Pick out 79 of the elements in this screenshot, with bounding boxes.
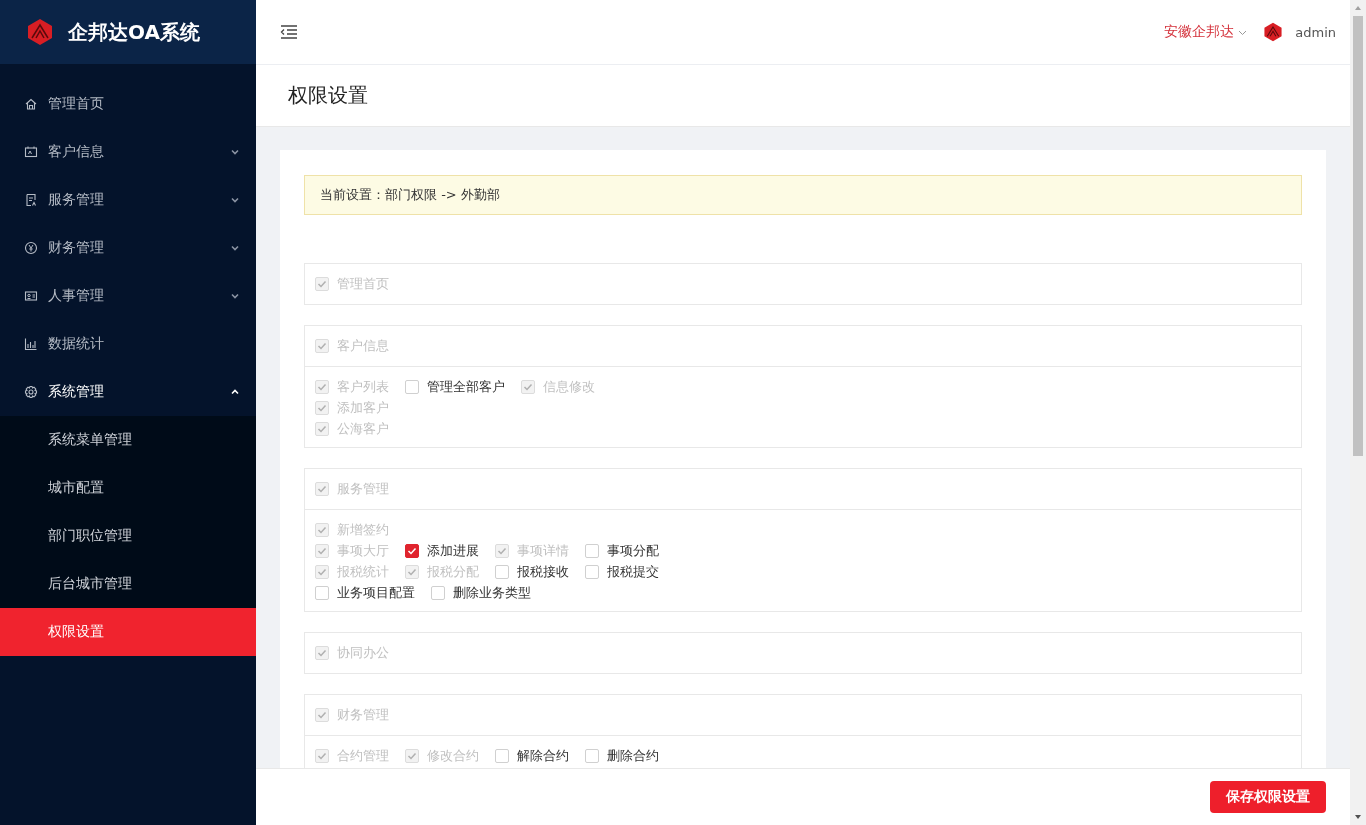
permission-label: 管理全部客户 [427, 379, 505, 395]
permission-label: 服务管理 [337, 481, 389, 497]
check-icon [523, 382, 533, 392]
permission-label: 事项分配 [607, 543, 659, 559]
permission-label: 解除合约 [517, 748, 569, 764]
permission-label: 事项详情 [517, 543, 569, 559]
sidebar-subitem[interactable]: 部门职位管理 [0, 512, 256, 560]
permission-label: 报税接收 [517, 564, 569, 580]
yen-icon [24, 241, 38, 255]
doc-icon [24, 193, 38, 207]
sidebar-item[interactable]: 人事管理 [0, 272, 256, 320]
check-icon [317, 484, 327, 494]
check-icon [317, 567, 327, 577]
check-icon [317, 424, 327, 434]
permission-label: 公海客户 [337, 421, 389, 437]
permission-label: 删除业务类型 [453, 585, 531, 601]
permission-label: 协同办公 [337, 645, 389, 661]
check-icon [407, 751, 417, 761]
sidebar-item[interactable]: 系统管理 [0, 368, 256, 416]
scrollbar[interactable] [1350, 0, 1366, 825]
permission-label: 业务项目配置 [337, 585, 415, 601]
sidebar-subitem[interactable]: 后台城市管理 [0, 560, 256, 608]
permission-label: 修改合约 [427, 748, 479, 764]
permission-label: 信息修改 [543, 379, 595, 395]
check-icon [317, 403, 327, 413]
logo-icon [26, 18, 54, 46]
check-icon [317, 525, 327, 535]
check-icon [317, 710, 327, 720]
company-dropdown[interactable]: 安徽企邦达 [1164, 23, 1248, 41]
check-icon [317, 382, 327, 392]
page-title: 权限设置 [288, 82, 368, 109]
permission-label: 报税统计 [337, 564, 389, 580]
chevron-icon [230, 195, 240, 205]
check-icon [317, 648, 327, 658]
check-icon [317, 341, 327, 351]
permission-label: 报税分配 [427, 564, 479, 580]
home-icon [24, 97, 38, 111]
sidebar-subitem[interactable]: 权限设置 [0, 608, 256, 656]
save-button[interactable]: 保存权限设置 [1210, 781, 1326, 813]
checkbox[interactable] [405, 544, 419, 558]
check-icon [317, 279, 327, 289]
permission-label: 财务管理 [337, 707, 389, 723]
permission-label: 管理首页 [337, 276, 389, 292]
down-arrow-icon[interactable] [1354, 813, 1362, 821]
sidebar-subitem[interactable]: 城市配置 [0, 464, 256, 512]
sidebar-item[interactable]: 服务管理 [0, 176, 256, 224]
sidebar-subitem[interactable]: 系统菜单管理 [0, 416, 256, 464]
check-icon [407, 567, 417, 577]
permission-label: 合约管理 [337, 748, 389, 764]
check-icon [317, 546, 327, 556]
permission-label: 添加进展 [427, 543, 479, 559]
sidebar-item[interactable]: 客户信息 [0, 128, 256, 176]
sidebar-item[interactable]: 财务管理 [0, 224, 256, 272]
up-arrow-icon[interactable] [1354, 4, 1362, 12]
menu-icon[interactable] [280, 24, 298, 40]
avatar-icon [1263, 22, 1284, 42]
permission-label: 客户列表 [337, 379, 389, 395]
permission-label: 新增签约 [337, 522, 389, 538]
chevron-icon [230, 243, 240, 253]
chevron-icon [230, 291, 240, 301]
chevron-icon [230, 387, 240, 397]
chart-icon [24, 337, 38, 351]
username[interactable]: admin [1295, 24, 1336, 40]
id-icon [24, 289, 38, 303]
card-icon [24, 145, 38, 159]
chevron-icon [230, 147, 240, 157]
permission-label: 添加客户 [337, 400, 389, 416]
check-icon [497, 546, 507, 556]
gear-icon [24, 385, 38, 399]
sidebar-item[interactable]: 数据统计 [0, 320, 256, 368]
sidebar-item[interactable]: 管理首页 [0, 80, 256, 128]
app-title: 企邦达OA系统 [68, 18, 200, 46]
permission-label: 删除合约 [607, 748, 659, 764]
check-icon [317, 751, 327, 761]
permission-label: 报税提交 [607, 564, 659, 580]
permission-label: 客户信息 [337, 338, 389, 354]
permission-label: 事项大厅 [337, 543, 389, 559]
check-icon [407, 546, 417, 556]
notice-banner: 当前设置：部门权限 -> 外勤部 [304, 175, 1302, 215]
